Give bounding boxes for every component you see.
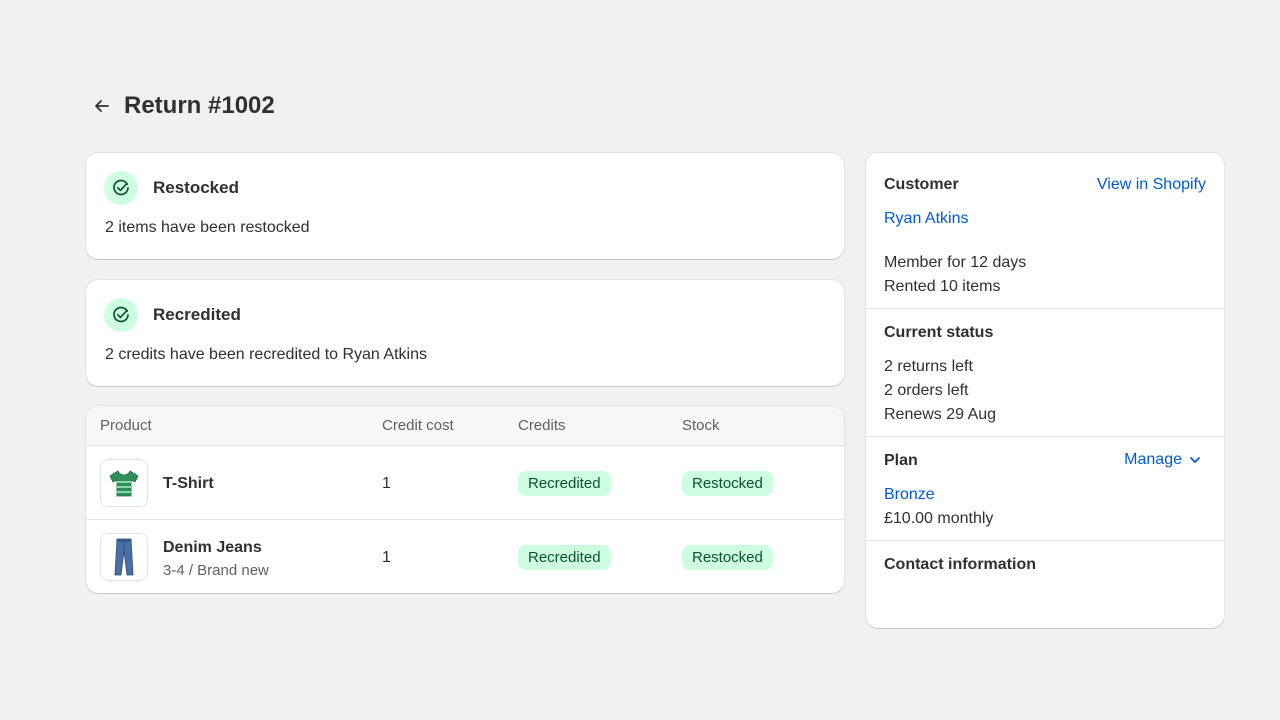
back-button[interactable]: [86, 90, 118, 122]
restocked-card: Restocked 2 items have been restocked: [86, 153, 844, 259]
plan-price: £10.00 monthly: [884, 510, 994, 527]
product-thumbnail: [100, 533, 148, 581]
contact-title: Contact information: [884, 556, 1036, 573]
stock-badge: Restocked: [682, 545, 773, 570]
check-circle-icon: [104, 171, 138, 205]
renews-date: Renews 29 Aug: [884, 406, 997, 423]
plan-title: Plan: [884, 452, 918, 469]
recredited-description: 2 credits have been recredited to Ryan A…: [105, 346, 427, 363]
customer-name-link[interactable]: Ryan Atkins: [884, 210, 968, 228]
restocked-description: 2 items have been restocked: [105, 219, 310, 236]
current-status-title: Current status: [884, 324, 994, 341]
products-table: Product Credit cost Credits Stock T-Shir…: [86, 406, 844, 593]
check-circle-icon: [104, 298, 138, 332]
column-header-stock: Stock: [682, 417, 720, 434]
stock-badge: Restocked: [682, 471, 773, 496]
view-in-shopify-link[interactable]: View in Shopify: [1097, 176, 1206, 194]
current-status-section: Current status 2 returns left 2 orders l…: [866, 309, 1224, 437]
product-name: Denim Jeans: [163, 539, 262, 556]
column-header-credits: Credits: [518, 417, 566, 434]
page-title: Return #1002: [124, 92, 275, 119]
customer-section: Customer View in Shopify Ryan Atkins Mem…: [866, 153, 1224, 309]
member-duration: Member for 12 days: [884, 254, 1027, 271]
product-thumbnail: [100, 459, 148, 507]
jeans-icon: [114, 538, 134, 576]
table-header: Product Credit cost Credits Stock: [86, 406, 844, 446]
manage-label: Manage: [1124, 451, 1182, 468]
customer-sidebar: Customer View in Shopify Ryan Atkins Mem…: [866, 153, 1224, 628]
plan-name-link[interactable]: Bronze: [884, 486, 935, 504]
returns-left: 2 returns left: [884, 358, 973, 375]
recredited-card: Recredited 2 credits have been recredite…: [86, 280, 844, 386]
orders-left: 2 orders left: [884, 382, 969, 399]
customer-title: Customer: [884, 176, 959, 193]
recredited-header: Recredited: [104, 298, 241, 332]
product-variant: 3-4 / Brand new: [163, 562, 269, 579]
return-detail-page: Return #1002 Restocked 2 items have been…: [0, 0, 1280, 720]
rented-items: Rented 10 items: [884, 278, 1001, 295]
credit-cost: 1: [382, 475, 391, 492]
column-header-product: Product: [100, 417, 152, 434]
column-header-credit-cost: Credit cost: [382, 417, 454, 434]
credits-badge: Recredited: [518, 545, 611, 570]
table-row[interactable]: T-Shirt 1 Recredited Restocked: [86, 446, 844, 520]
page-header: Return #1002: [86, 88, 275, 124]
restocked-header: Restocked: [104, 171, 239, 205]
restocked-title: Restocked: [153, 178, 239, 197]
manage-plan-button[interactable]: Manage: [1124, 451, 1202, 469]
recredited-title: Recredited: [153, 305, 241, 324]
tshirt-icon: [109, 470, 139, 497]
chevron-down-icon: [1190, 457, 1200, 463]
credits-badge: Recredited: [518, 471, 611, 496]
contact-section: Contact information: [866, 541, 1224, 628]
credit-cost: 1: [382, 549, 391, 566]
table-row[interactable]: Denim Jeans 3-4 / Brand new 1 Recredited…: [86, 520, 844, 593]
arrow-left-icon: [95, 100, 109, 112]
product-name: T-Shirt: [163, 475, 214, 492]
